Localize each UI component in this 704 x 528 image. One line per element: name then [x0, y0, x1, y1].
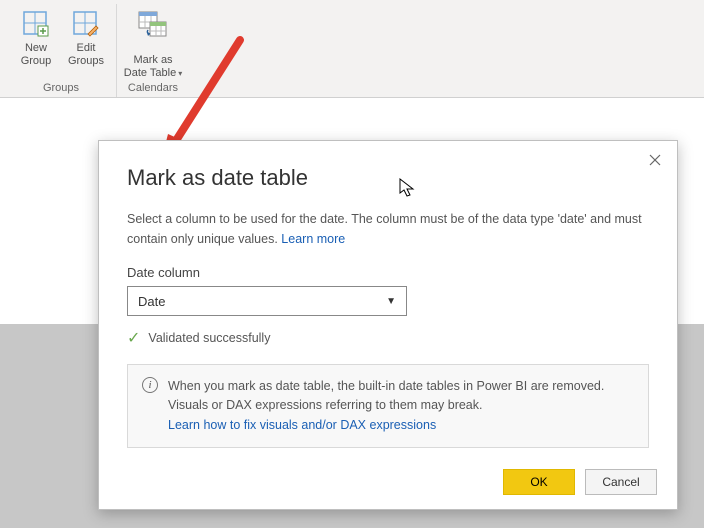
ok-button[interactable]: OK — [503, 469, 575, 495]
edit-groups-icon — [70, 8, 102, 40]
date-column-value: Date — [138, 294, 165, 309]
info-box: i When you mark as date table, the built… — [127, 364, 649, 448]
mark-as-date-table-label: Mark as Date Table▾ — [124, 41, 182, 80]
date-column-select[interactable]: Date ▼ — [127, 286, 407, 316]
ribbon-group-label-groups: Groups — [12, 80, 110, 98]
date-column-label: Date column — [127, 265, 649, 280]
ribbon-group-groups: New Group Edit Groups Groups — [6, 4, 117, 97]
new-group-button[interactable]: New Group — [12, 4, 60, 80]
validation-text: Validated successfully — [148, 331, 270, 345]
calendar-table-icon — [137, 8, 169, 39]
chevron-down-icon: ▾ — [178, 69, 182, 78]
dialog-description: Select a column to be used for the date.… — [127, 209, 649, 249]
check-icon: ✓ — [127, 328, 140, 348]
chevron-down-icon: ▼ — [386, 296, 396, 307]
fix-visuals-link[interactable]: Learn how to fix visuals and/or DAX expr… — [168, 418, 436, 432]
close-icon — [649, 154, 661, 166]
ribbon-group-label-calendars: Calendars — [123, 80, 183, 98]
info-icon: i — [142, 377, 158, 393]
new-group-label: New Group — [21, 42, 52, 68]
learn-more-link[interactable]: Learn more — [281, 232, 345, 246]
cancel-button[interactable]: Cancel — [585, 469, 657, 495]
mark-as-date-table-dialog: Mark as date table Select a column to be… — [98, 140, 678, 510]
dialog-title: Mark as date table — [127, 165, 649, 191]
new-group-icon — [20, 8, 52, 40]
mark-as-date-table-button[interactable]: Mark as Date Table▾ — [123, 4, 183, 80]
edit-groups-button[interactable]: Edit Groups — [62, 4, 110, 80]
ribbon: New Group Edit Groups Groups — [0, 0, 704, 98]
close-button[interactable] — [645, 151, 665, 171]
info-content: When you mark as date table, the built-i… — [168, 377, 634, 435]
validation-status: ✓ Validated successfully — [127, 328, 649, 348]
ribbon-group-calendars: Mark as Date Table▾ Calendars — [117, 4, 189, 97]
dialog-buttons: OK Cancel — [503, 469, 657, 495]
edit-groups-label: Edit Groups — [68, 42, 104, 68]
